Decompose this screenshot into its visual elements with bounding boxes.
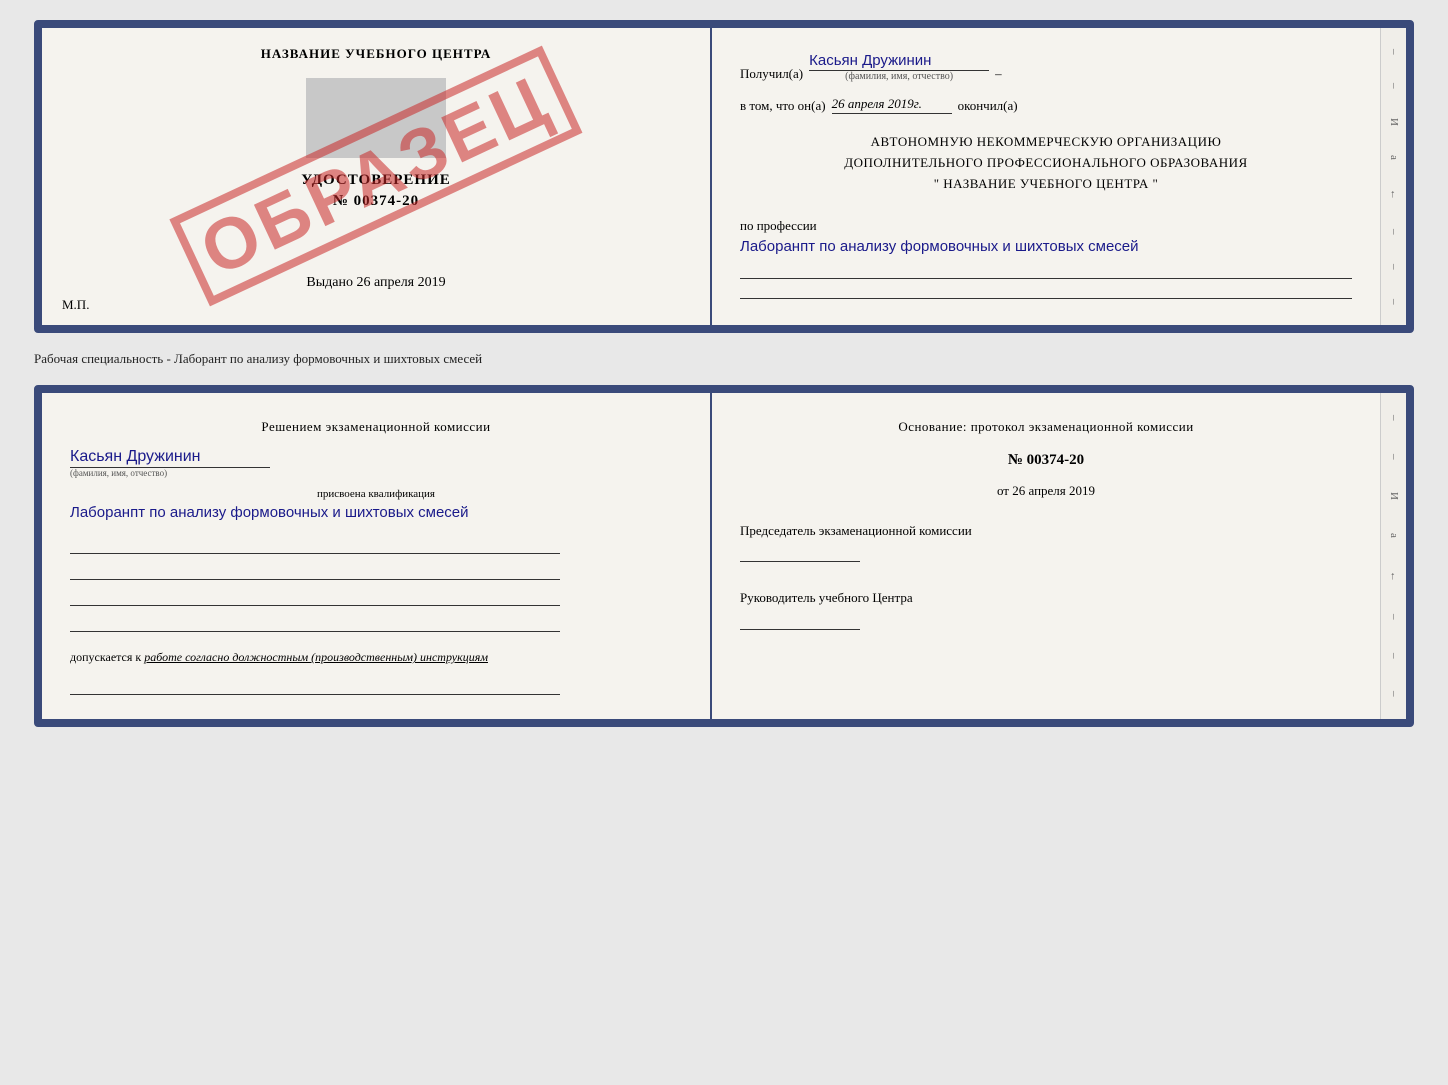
mp-label: М.П.: [62, 297, 89, 313]
sign-line-2: [70, 566, 560, 580]
vydano-date: 26 апреля 2019: [356, 275, 445, 290]
poluchil-row: Получил(а) Касьян Дружинин (фамилия, имя…: [740, 52, 1352, 82]
top-doc-right: Получил(а) Касьян Дружинин (фамилия, имя…: [712, 28, 1380, 325]
dopuskaetsya-block: допускается к работе согласно должностны…: [70, 650, 682, 665]
sign-lines: [70, 540, 682, 632]
sign-line-4: [70, 618, 560, 632]
rukovoditel-underline: [740, 616, 860, 630]
commission-name-value: Касьян Дружинин: [70, 448, 270, 468]
qual-label: присвоена квалификация: [70, 488, 682, 500]
poluchil-name: Касьян Дружинин: [809, 52, 989, 71]
po-professii-label: по профессии: [740, 218, 1352, 234]
cert-vydano: Выдано 26 апреля 2019: [306, 275, 445, 291]
dopuskaetsya-underline: [70, 681, 560, 695]
sign-line-3: [70, 592, 560, 606]
rukovoditel-label: Руководитель учебного Центра: [740, 588, 1352, 608]
vtom-label: в том, что он(а): [740, 98, 826, 114]
top-doc-left: НАЗВАНИЕ УЧЕБНОГО ЦЕНТРА УДОСТОВЕРЕНИЕ №…: [42, 28, 710, 325]
predsedatel-underline: [740, 548, 860, 562]
bottom-doc-right: Основание: протокол экзаменационной коми…: [712, 393, 1380, 719]
cert-gray-box: [306, 78, 446, 158]
predsedatel-block: Председатель экзаменационной комиссии: [740, 521, 1352, 567]
qual-value: Лаборанпт по анализу формовочных и шихто…: [70, 502, 682, 525]
dopuskaetsya-label: допускается к: [70, 650, 141, 664]
predsedatel-label: Председатель экзаменационной комиссии: [740, 521, 1352, 541]
poluchil-label: Получил(а): [740, 66, 803, 82]
vydano-label: Выдано: [306, 275, 353, 290]
org-line2: ДОПОЛНИТЕЛЬНОГО ПРОФЕССИОНАЛЬНОГО ОБРАЗО…: [740, 153, 1352, 174]
org-line3: " НАЗВАНИЕ УЧЕБНОГО ЦЕНТРА ": [740, 174, 1352, 195]
fio-sublabel: (фамилия, имя, отчество): [845, 71, 953, 82]
protocol-date: 26 апреля 2019: [1012, 483, 1095, 498]
bottom-doc-left: Решением экзаменационной комиссии Касьян…: [42, 393, 710, 719]
dopuskaetsya-value: работе согласно должностным (производств…: [144, 650, 488, 664]
protocol-number: № 00374-20: [740, 452, 1352, 469]
bottom-right-spine: – – И а ← – – –: [1380, 393, 1406, 719]
top-document: НАЗВАНИЕ УЧЕБНОГО ЦЕНТРА УДОСТОВЕРЕНИЕ №…: [34, 20, 1414, 333]
ot-label: от: [997, 483, 1009, 498]
qualification-section: присвоена квалификация Лаборанпт по анал…: [70, 488, 682, 525]
protocol-date-row: от 26 апреля 2019: [740, 483, 1352, 499]
commission-name-row: Касьян Дружинин (фамилия, имя, отчество): [70, 448, 682, 478]
okonchil-label: окончил(а): [958, 98, 1018, 114]
profession-value: Лаборанпт по анализу формовочных и шихто…: [740, 236, 1352, 259]
underline1: [740, 261, 1352, 279]
cert-title: НАЗВАНИЕ УЧЕБНОГО ЦЕНТРА: [261, 46, 492, 62]
middle-label: Рабочая специальность - Лаборант по анал…: [34, 345, 1414, 373]
sign-line-1: [70, 540, 560, 554]
cert-udost-label: УДОСТОВЕРЕНИЕ: [301, 172, 451, 189]
page-wrapper: НАЗВАНИЕ УЧЕБНОГО ЦЕНТРА УДОСТОВЕРЕНИЕ №…: [34, 20, 1414, 727]
vtom-row: в том, что он(а) 26 апреля 2019г. окончи…: [740, 96, 1352, 114]
commission-name-sublabel: (фамилия, имя, отчество): [70, 468, 167, 478]
underline2: [740, 281, 1352, 299]
rukovoditel-block: Руководитель учебного Центра: [740, 588, 1352, 634]
top-right-spine: – – И а ← – – –: [1380, 28, 1406, 325]
osnovanie-label: Основание: протокол экзаменационной коми…: [740, 417, 1352, 438]
org-block: АВТОНОМНУЮ НЕКОММЕРЧЕСКУЮ ОРГАНИЗАЦИЮ ДО…: [740, 132, 1352, 194]
bottom-document: Решением экзаменационной комиссии Касьян…: [34, 385, 1414, 727]
org-line1: АВТОНОМНУЮ НЕКОММЕРЧЕСКУЮ ОРГАНИЗАЦИЮ: [740, 132, 1352, 153]
cert-number: № 00374-20: [333, 193, 419, 210]
commission-header: Решением экзаменационной комиссии: [70, 417, 682, 438]
dash-label: –: [995, 66, 1002, 82]
profession-block: по профессии Лаборанпт по анализу формов…: [740, 218, 1352, 301]
vtom-date: 26 апреля 2019г.: [832, 96, 952, 114]
